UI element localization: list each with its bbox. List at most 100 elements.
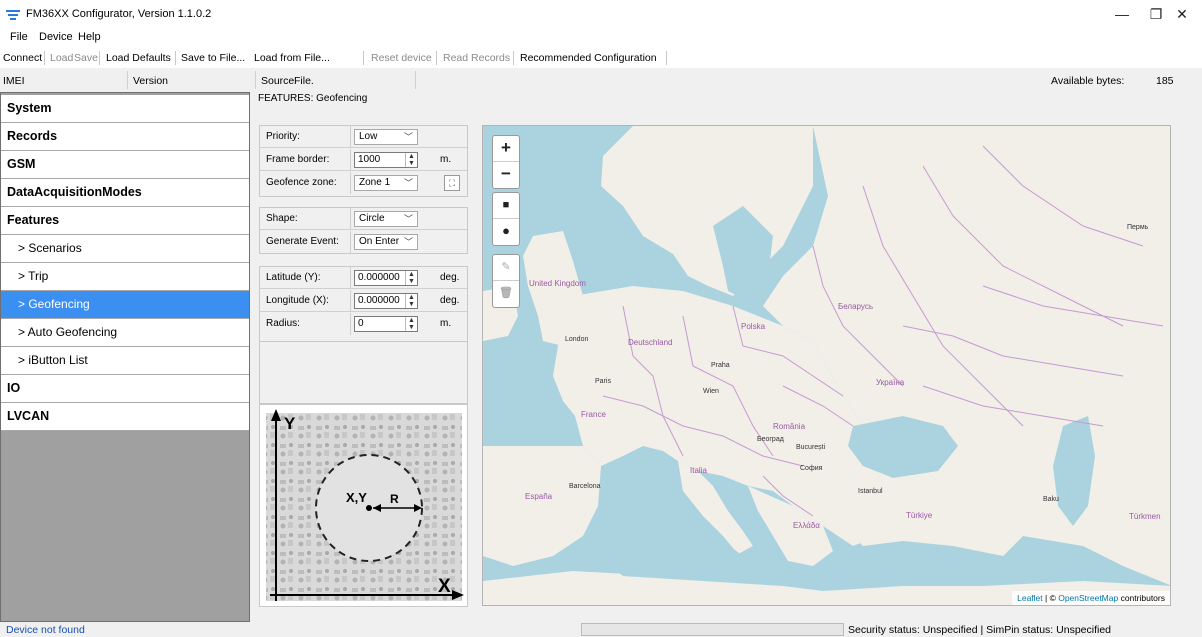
diagram-y-label: Y [284, 414, 296, 433]
diagram-center-label: X,Y [346, 490, 367, 505]
menu-file[interactable]: File [10, 31, 28, 43]
zoom-out-button[interactable]: − [493, 162, 519, 188]
osm-link[interactable]: OpenStreetMap [1058, 593, 1118, 603]
nav-item-ibutton-list[interactable]: > iButton List [1, 347, 249, 375]
load-defaults-button[interactable]: Load Defaults [106, 52, 171, 64]
map-label-turkmenistan: Türkmen [1129, 512, 1161, 521]
delete-layers-icon[interactable]: 🗑 [493, 281, 519, 307]
draw-circle-icon[interactable]: ● [493, 219, 519, 245]
nav-item-io[interactable]: IO [1, 375, 249, 403]
toolbar-separator [175, 51, 176, 65]
map-tiles [483, 126, 1170, 605]
frame-border-input[interactable]: 1000 ▲ ▼ [354, 152, 418, 168]
map-label-germany: Deutschland [628, 338, 673, 347]
spinner-icon[interactable]: ▲ ▼ [405, 294, 417, 308]
map-label-london: London [565, 336, 589, 343]
chevron-down-icon: ﹀ [403, 132, 413, 142]
map-label-bucharest: București [796, 444, 826, 451]
nav-item-data-acquisition-modes[interactable]: DataAcquisitionModes [1, 179, 249, 207]
load-from-file-button[interactable]: Load from File... [254, 52, 330, 64]
map-label-baku: Baku [1043, 496, 1059, 503]
save-to-file-button[interactable]: Save to File... [181, 52, 245, 64]
shape-select[interactable]: Circle ﹀ [354, 211, 418, 227]
fullscreen-zone-button[interactable]: ⛶ [444, 175, 460, 191]
shape-label: Shape: [260, 208, 351, 230]
spinner-icon[interactable]: ▲ ▼ [405, 153, 417, 167]
map-label-sofia: София [800, 465, 823, 472]
nav-item-scenarios[interactable]: > Scenarios [1, 235, 249, 263]
load-button[interactable]: Load [50, 52, 73, 64]
generate-event-row: Generate Event: On Enter ﹀ [260, 231, 467, 253]
priority-value: Low [359, 131, 378, 142]
radius-row: Radius: 0 ▲ ▼ m. [260, 313, 467, 335]
connect-button[interactable]: Connect [3, 52, 42, 64]
menu-bar: File Device Help [0, 28, 1202, 48]
save-button[interactable]: Save [74, 52, 98, 64]
map-label-vienna: Wien [703, 388, 719, 395]
close-button[interactable]: ✕ [1162, 0, 1202, 28]
chevron-down-icon: ﹀ [403, 178, 413, 188]
priority-row: Priority: Low ﹀ [260, 126, 467, 148]
map-label-barcelona: Barcelona [569, 483, 601, 490]
nav-item-gsm[interactable]: GSM [1, 151, 249, 179]
leaflet-link[interactable]: Leaflet [1017, 593, 1043, 603]
nav-item-geofencing[interactable]: > Geofencing [1, 291, 249, 319]
spinner-icon[interactable]: ▲ ▼ [405, 317, 417, 331]
map-label-greece: Ελλάδα [793, 521, 820, 530]
attribution-separator: | © [1042, 593, 1059, 603]
nav-item-auto-geofencing[interactable]: > Auto Geofencing [1, 319, 249, 347]
toolbar: Connect Load Save Load Defaults Save to … [0, 48, 1202, 68]
geofence-zone-select[interactable]: Zone 1 ﹀ [354, 175, 418, 191]
zoom-in-button[interactable]: + [493, 136, 519, 162]
map-label-ukraine: Україна [876, 378, 905, 387]
longitude-input[interactable]: 0.000000 ▲ ▼ [354, 293, 418, 309]
available-bytes-value: 185 [1156, 75, 1174, 87]
geofence-zone-row: Geofence zone: Zone 1 ﹀ ⛶ [260, 172, 467, 194]
edit-layers-icon[interactable]: ✎ [493, 255, 519, 281]
nav-item-records[interactable]: Records [1, 123, 249, 151]
map-label-istanbul: Istanbul [858, 488, 883, 495]
info-bar: IMEI Version Source File. Available byte… [0, 70, 1202, 92]
draw-toolbar: ■ ● [492, 192, 520, 246]
draw-rectangle-icon[interactable]: ■ [493, 193, 519, 219]
diagram-x-label: X [438, 576, 451, 597]
nav-item-system[interactable]: System [1, 95, 249, 123]
latitude-input[interactable]: 0.000000 ▲ ▼ [354, 270, 418, 286]
longitude-row: Longitude (X): 0.000000 ▲ ▼ deg. [260, 290, 467, 312]
radius-label: Radius: [260, 313, 351, 335]
reset-device-button[interactable]: Reset device [371, 52, 432, 64]
shape-value: Circle [359, 213, 385, 224]
geofence-diagram: Y X X,Y R [259, 404, 468, 607]
toolbar-separator [44, 51, 45, 65]
toolbar-separator [666, 51, 667, 65]
frame-border-label: Frame border: [260, 149, 351, 171]
recommended-configuration-button[interactable]: Recommended Configuration [520, 52, 657, 64]
latitude-row: Latitude (Y): 0.000000 ▲ ▼ deg. [260, 267, 467, 289]
map-label-belarus: Беларусь [838, 302, 873, 311]
menu-help[interactable]: Help [78, 31, 101, 43]
coordinates-group: Latitude (Y): 0.000000 ▲ ▼ deg. Longitude … [259, 266, 468, 342]
nav-item-lvcan[interactable]: LVCAN [1, 403, 249, 431]
map-label-france: France [581, 410, 606, 419]
nav-item-features[interactable]: Features [1, 207, 249, 235]
priority-select[interactable]: Low ﹀ [354, 129, 418, 145]
available-bytes-label: Available bytes: [1051, 75, 1125, 87]
map-label-spain: España [525, 492, 553, 501]
spinner-icon[interactable]: ▲ ▼ [405, 271, 417, 285]
nav-item-trip[interactable]: > Trip [1, 263, 249, 291]
progress-bar [581, 623, 844, 636]
menu-device[interactable]: Device [39, 31, 73, 43]
map-label-paris: Paris [595, 378, 611, 385]
toolbar-separator [99, 51, 100, 65]
read-records-button[interactable]: Read Records [443, 52, 510, 64]
chevron-down-icon: ﹀ [403, 214, 413, 224]
latitude-value: 0.000000 [358, 272, 400, 283]
generate-event-label: Generate Event: [260, 231, 351, 253]
sidebar-nav: System Records GSM DataAcquisitionModes … [0, 92, 250, 622]
radius-input[interactable]: 0 ▲ ▼ [354, 316, 418, 332]
frame-border-row: Frame border: 1000 ▲ ▼ m. [260, 149, 467, 171]
zoom-control: + − [492, 135, 520, 189]
map-view[interactable]: United Kingdom Deutschland France Polska… [482, 125, 1171, 606]
imei-field [0, 71, 128, 89]
generate-event-select[interactable]: On Enter ﹀ [354, 234, 418, 250]
